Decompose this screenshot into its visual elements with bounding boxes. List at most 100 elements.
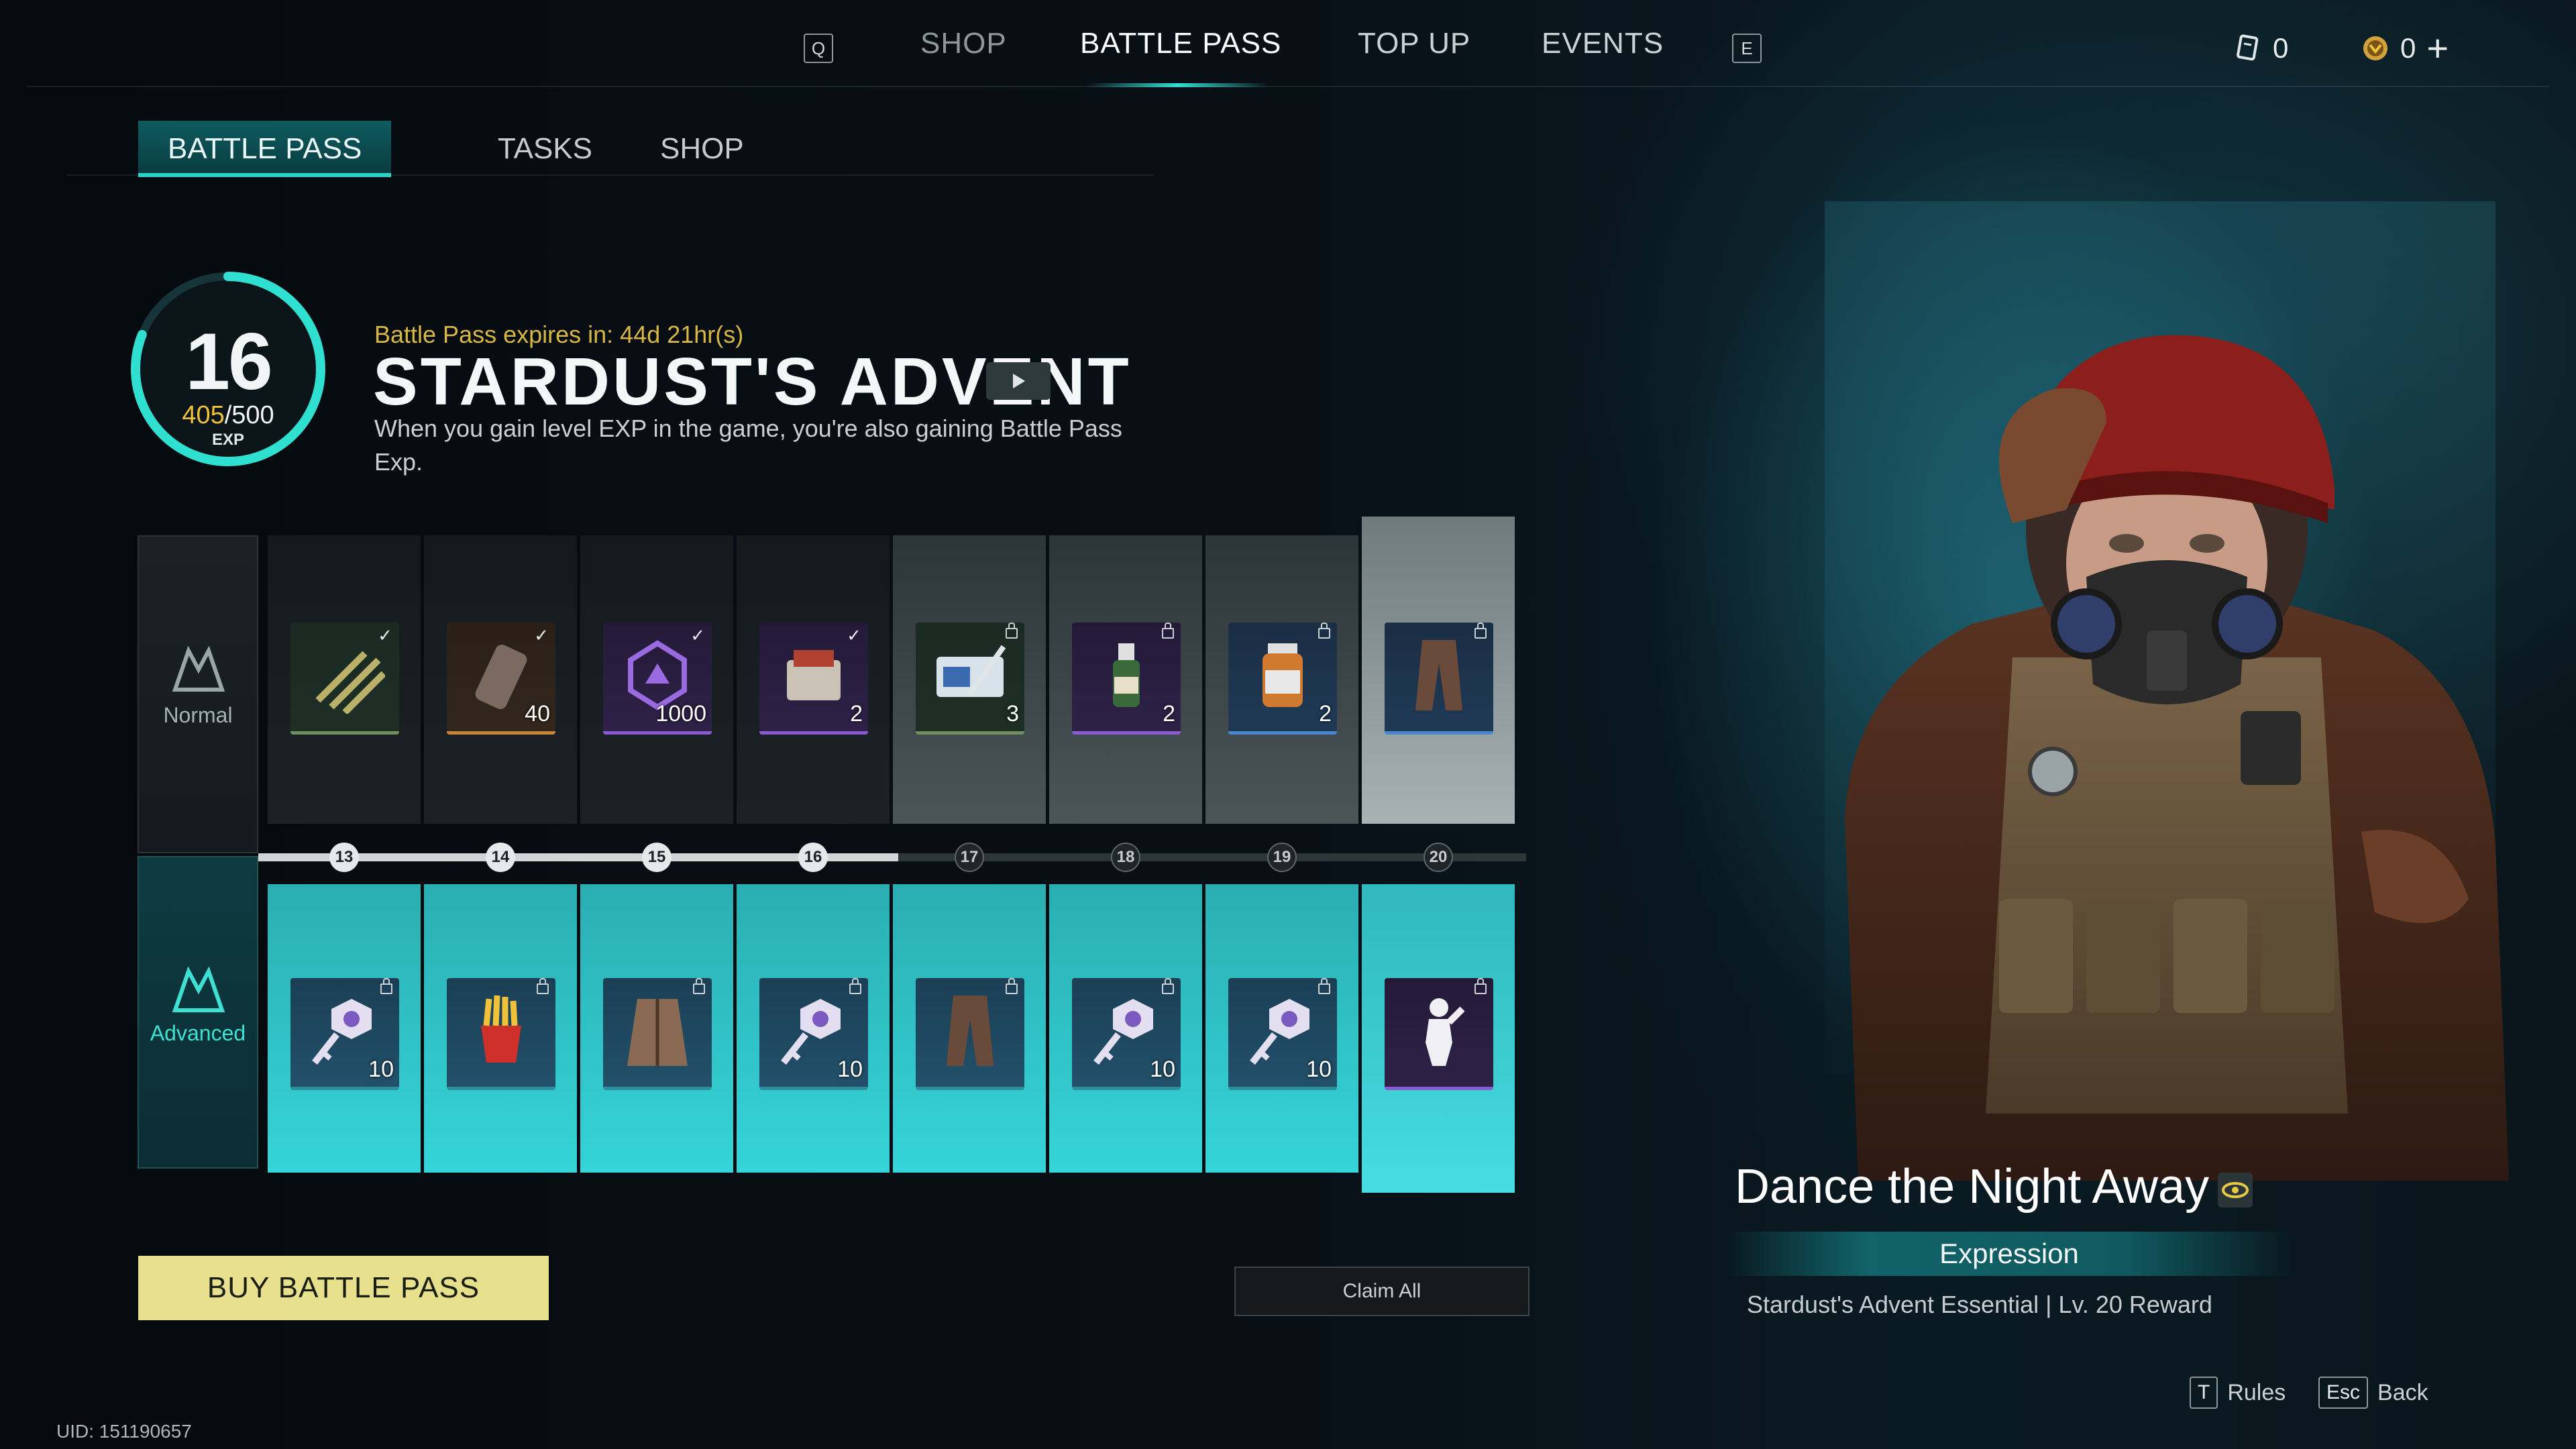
claim-all-button[interactable]: Claim All — [1234, 1267, 1529, 1316]
reward-quantity: 40 — [525, 701, 550, 727]
lock-icon — [693, 978, 705, 994]
preview-eye-icon[interactable] — [2218, 1173, 2253, 1208]
lock-icon — [1318, 623, 1330, 639]
level-node: 17 — [955, 843, 984, 872]
lock-icon — [1318, 978, 1330, 994]
normal-reward-cell[interactable]: 2 — [1049, 535, 1202, 824]
tab-shop[interactable]: SHOP — [631, 121, 773, 173]
normal-reward-item[interactable]: ✓ 2 — [759, 623, 868, 735]
normal-reward-cell[interactable] — [1362, 517, 1515, 824]
lock-icon — [1162, 978, 1174, 994]
lock-icon — [537, 978, 549, 994]
reward-quantity: 2 — [1163, 701, 1175, 727]
reward-quantity: 2 — [1319, 701, 1332, 727]
advanced-reward-cell[interactable] — [1362, 884, 1515, 1193]
play-trailer-button[interactable] — [986, 362, 1051, 400]
normal-reward-cell[interactable]: ✓ 1000 — [580, 535, 733, 824]
normal-reward-item[interactable]: ✓ 40 — [447, 623, 555, 735]
normal-row-label: Normal — [138, 535, 258, 853]
advanced-reward-cell[interactable]: 10 — [1205, 884, 1358, 1173]
normal-label: Normal — [163, 703, 233, 727]
nav-events[interactable]: EVENTS — [1542, 27, 1664, 60]
back-key: Esc — [2318, 1377, 2369, 1409]
normal-reward-item[interactable]: ✓ 1000 — [603, 623, 712, 735]
add-currency-icon[interactable]: + — [2426, 30, 2449, 67]
tab-battle-pass[interactable]: BATTLE PASS — [138, 121, 392, 177]
normal-reward-cell[interactable]: ✓ — [268, 535, 421, 824]
reward-track: Normal Advanced ✓ 10 13 ✓ 40 14 ✓ 1000 15 ✓ 2 10 16 3… — [138, 517, 1526, 1193]
tab-tasks[interactable]: TASKS — [468, 121, 622, 173]
nav-next-key[interactable]: E — [1732, 34, 1762, 63]
advanced-reward-item[interactable] — [1385, 978, 1493, 1090]
nav-battle-pass[interactable]: BATTLE PASS — [1080, 27, 1281, 60]
claimed-check-icon: ✓ — [690, 625, 705, 645]
level-exp: 405/500 — [127, 401, 329, 430]
nav-shop[interactable]: SHOP — [920, 27, 1007, 60]
normal-reward-cell[interactable]: ✓ 2 — [737, 535, 890, 824]
level-node: 13 — [329, 843, 359, 872]
advanced-reward-item[interactable]: 10 — [1228, 978, 1337, 1090]
coin-count: 0 — [2400, 32, 2416, 64]
nav-prev-key[interactable]: Q — [804, 34, 833, 63]
character-portrait — [1845, 335, 2509, 1181]
advanced-reward-item[interactable] — [603, 978, 712, 1090]
normal-reward-item[interactable]: 3 — [916, 623, 1024, 735]
advanced-reward-item[interactable] — [916, 978, 1024, 1090]
top-nav: Q SHOP BATTLE PASS TOP UP EVENTS E 0 0 + — [0, 0, 2576, 87]
lock-icon — [1006, 623, 1018, 639]
level-number: 16 — [185, 317, 272, 407]
claimed-check-icon: ✓ — [534, 625, 549, 645]
reward-source: Stardust's Advent Essential | Lv. 20 Rew… — [1747, 1291, 2212, 1318]
normal-reward-cell[interactable]: 2 — [1205, 535, 1358, 824]
claimed-check-icon: ✓ — [378, 625, 392, 645]
normal-reward-item[interactable]: 2 — [1072, 623, 1181, 735]
advanced-reward-cell[interactable]: 10 — [268, 884, 421, 1173]
user-id: UID: 151190657 — [56, 1421, 192, 1442]
fries-icon — [481, 995, 521, 1063]
nav-top-up[interactable]: TOP UP — [1358, 27, 1470, 60]
normal-reward-item[interactable]: 2 — [1228, 623, 1337, 735]
coin-currency[interactable]: 0 + — [2361, 30, 2449, 67]
reward-quantity: 10 — [368, 1057, 394, 1082]
advanced-reward-cell[interactable] — [580, 884, 733, 1173]
ration-icon — [787, 650, 841, 700]
back-hint[interactable]: Esc Back — [2318, 1377, 2428, 1409]
normal-reward-item[interactable] — [1385, 623, 1493, 735]
advanced-reward-item[interactable]: 10 — [1072, 978, 1181, 1090]
pants-icon — [1415, 640, 1462, 710]
rules-hint[interactable]: T Rules — [2190, 1377, 2286, 1409]
ticket-count: 0 — [2273, 32, 2289, 64]
reward-quantity: 2 — [850, 701, 863, 727]
advanced-reward-item[interactable] — [447, 978, 555, 1090]
battle-pass-description: When you gain level EXP in the game, you… — [374, 415, 1122, 476]
advanced-label: Advanced — [150, 1021, 246, 1045]
lock-icon — [1006, 978, 1018, 994]
reward-quantity: 1000 — [655, 701, 706, 727]
advanced-reward-cell[interactable]: 10 — [1049, 884, 1202, 1173]
reward-type: Expression — [1724, 1232, 2294, 1276]
lock-icon — [380, 978, 392, 994]
lock-icon — [1474, 623, 1487, 639]
normal-reward-cell[interactable]: ✓ 40 — [424, 535, 577, 824]
advanced-tier-logo — [172, 966, 225, 1012]
claimed-check-icon: ✓ — [847, 625, 861, 645]
buy-battle-pass-button[interactable]: BUY BATTLE PASS — [138, 1256, 549, 1320]
exp-total: /500 — [224, 401, 274, 429]
normal-reward-item[interactable]: ✓ — [290, 623, 399, 735]
advanced-reward-item[interactable]: 10 — [759, 978, 868, 1090]
coat-icon — [627, 999, 688, 1066]
ticket-currency[interactable]: 0 — [2234, 32, 2288, 64]
advanced-reward-cell[interactable] — [424, 884, 577, 1173]
reward-quantity: 10 — [1150, 1057, 1175, 1082]
sub-tabs: BATTLE PASS TASKS SHOP — [67, 121, 1154, 177]
advanced-reward-cell[interactable] — [893, 884, 1046, 1173]
ticket-icon — [2237, 34, 2259, 61]
lock-icon — [1474, 978, 1487, 994]
jar-icon — [1263, 643, 1303, 707]
reward-quantity: 10 — [837, 1057, 863, 1082]
advanced-reward-cell[interactable]: 10 — [737, 884, 890, 1173]
level-node: 16 — [798, 843, 828, 872]
rules-key: T — [2190, 1377, 2218, 1409]
advanced-reward-item[interactable]: 10 — [290, 978, 399, 1090]
normal-reward-cell[interactable]: 3 — [893, 535, 1046, 824]
